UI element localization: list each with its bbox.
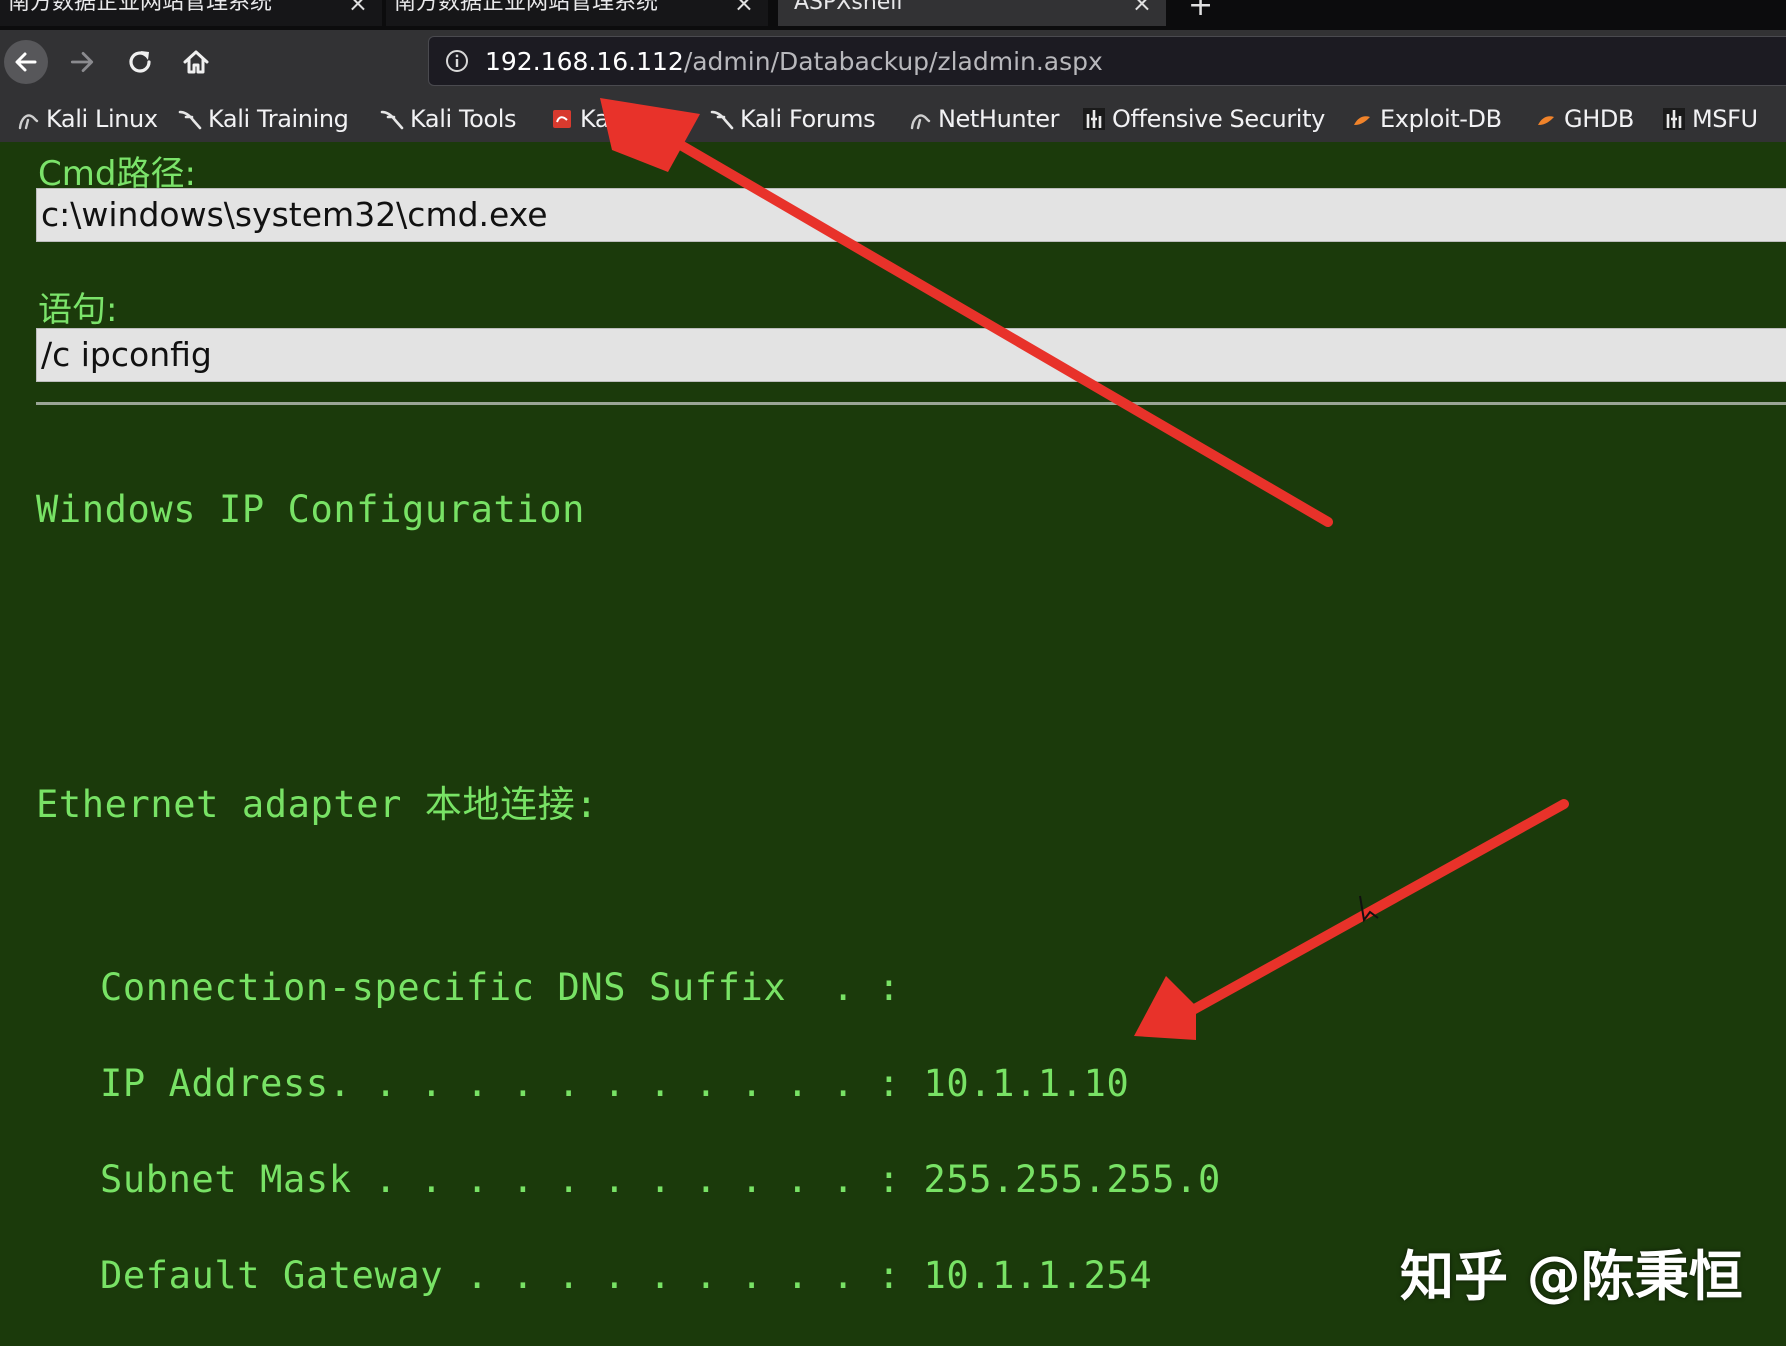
bookmark-nethunter[interactable]: NetHunter (908, 96, 1059, 142)
bookmark-label: Kali Tools (410, 105, 517, 133)
tab-label: ASPXshell (794, 0, 903, 15)
kali-dragon-icon (380, 107, 404, 131)
bookmark-kali-docs[interactable]: Kali Docs (550, 96, 687, 142)
exploit-db-icon (1350, 107, 1374, 131)
output-line-default-gateway: Default Gateway . . . . . . . . . : 10.1… (100, 1254, 1153, 1297)
kali-dragon-icon (16, 107, 40, 131)
tab-3[interactable]: ASPXshell × (778, 0, 1166, 26)
output-line-subnet-mask: Subnet Mask . . . . . . . . . . . : 255.… (100, 1158, 1221, 1201)
url-text[interactable]: 192.168.16.112/admin/Databackup/zladmin.… (485, 37, 1103, 87)
ghdb-icon (1534, 107, 1558, 131)
nethunter-icon (908, 107, 932, 131)
tab-label: 南方数据企业网站管理系统 (394, 0, 659, 15)
output-adapter: Ethernet adapter 本地连接: (36, 783, 599, 826)
bookmark-kali-linux[interactable]: Kali Linux (16, 96, 158, 142)
bookmark-label: MSFU (1692, 105, 1758, 133)
cmd-path-input[interactable]: c:\windows\system32\cmd.exe (36, 188, 1786, 242)
close-icon[interactable]: × (1132, 0, 1152, 20)
offsec-icon (1662, 107, 1686, 131)
output-heading: Windows IP Configuration (36, 488, 586, 531)
forward-arrow-icon (70, 51, 94, 73)
bookmark-label: Kali Linux (46, 105, 158, 133)
offsec-icon (1082, 107, 1106, 131)
close-icon[interactable]: × (348, 0, 368, 20)
back-arrow-icon (4, 40, 48, 84)
url-host: 192.168.16.112 (485, 47, 684, 76)
bookmark-kali-forums[interactable]: Kali Forums (710, 96, 876, 142)
tab-1[interactable]: 南方数据企业网站管理系统 × (0, 0, 382, 26)
bookmark-msfu[interactable]: MSFU (1662, 96, 1758, 142)
bookmarks-bar: Kali Linux Kali Training Kali Tools Kali… (0, 96, 1786, 142)
bookmark-exploit-db[interactable]: Exploit-DB (1350, 96, 1502, 142)
watermark: 知乎 @陈秉恒 (1400, 1245, 1743, 1308)
close-icon[interactable]: × (734, 0, 754, 20)
navigation-toolbar: 192.168.16.112/admin/Databackup/zladmin.… (0, 30, 1786, 96)
address-bar[interactable]: 192.168.16.112/admin/Databackup/zladmin.… (428, 36, 1786, 86)
bookmark-label: Kali Training (208, 105, 349, 133)
bookmark-label: Exploit-DB (1380, 105, 1502, 133)
url-path: /admin/Databackup/zladmin.aspx (683, 47, 1103, 76)
output-line-dns-suffix: Connection-specific DNS Suffix . : (100, 966, 901, 1009)
site-info-icon[interactable] (445, 49, 469, 73)
bookmark-label: Kali Docs (580, 105, 687, 133)
divider (36, 402, 1786, 405)
bookmark-kali-tools[interactable]: Kali Tools (380, 96, 517, 142)
bookmark-offensive-security[interactable]: Offensive Security (1082, 96, 1325, 142)
reload-icon (129, 51, 151, 73)
kali-dragon-icon (710, 107, 734, 131)
bookmark-kali-training[interactable]: Kali Training (178, 96, 349, 142)
home-icon (183, 50, 209, 74)
statement-label: 语句: (38, 290, 118, 330)
output-line-ip-address: IP Address. . . . . . . . . . . . : 10.1… (100, 1062, 1130, 1105)
back-button[interactable] (4, 40, 48, 84)
home-button[interactable] (174, 40, 218, 84)
bookmark-label: GHDB (1564, 105, 1634, 133)
tab-2[interactable]: 南方数据企业网站管理系统 × (386, 0, 768, 26)
tab-label: 南方数据企业网站管理系统 (8, 0, 273, 15)
bookmark-label: Offensive Security (1112, 105, 1325, 133)
reload-button[interactable] (118, 40, 162, 84)
tab-strip: 南方数据企业网站管理系统 × 南方数据企业网站管理系统 × ASPXshell … (0, 0, 1786, 30)
shell-page: Cmd路径: c:\windows\system32\cmd.exe 语句: /… (0, 142, 1786, 1346)
statement-input[interactable]: /c ipconfig (36, 328, 1786, 382)
kali-docs-icon (550, 107, 574, 131)
bookmark-label: NetHunter (938, 105, 1060, 133)
bookmark-ghdb[interactable]: GHDB (1534, 96, 1634, 142)
forward-button[interactable] (60, 40, 104, 84)
new-tab-button[interactable]: + (1188, 0, 1213, 23)
kali-dragon-icon (178, 107, 202, 131)
bookmark-label: Kali Forums (740, 105, 876, 133)
